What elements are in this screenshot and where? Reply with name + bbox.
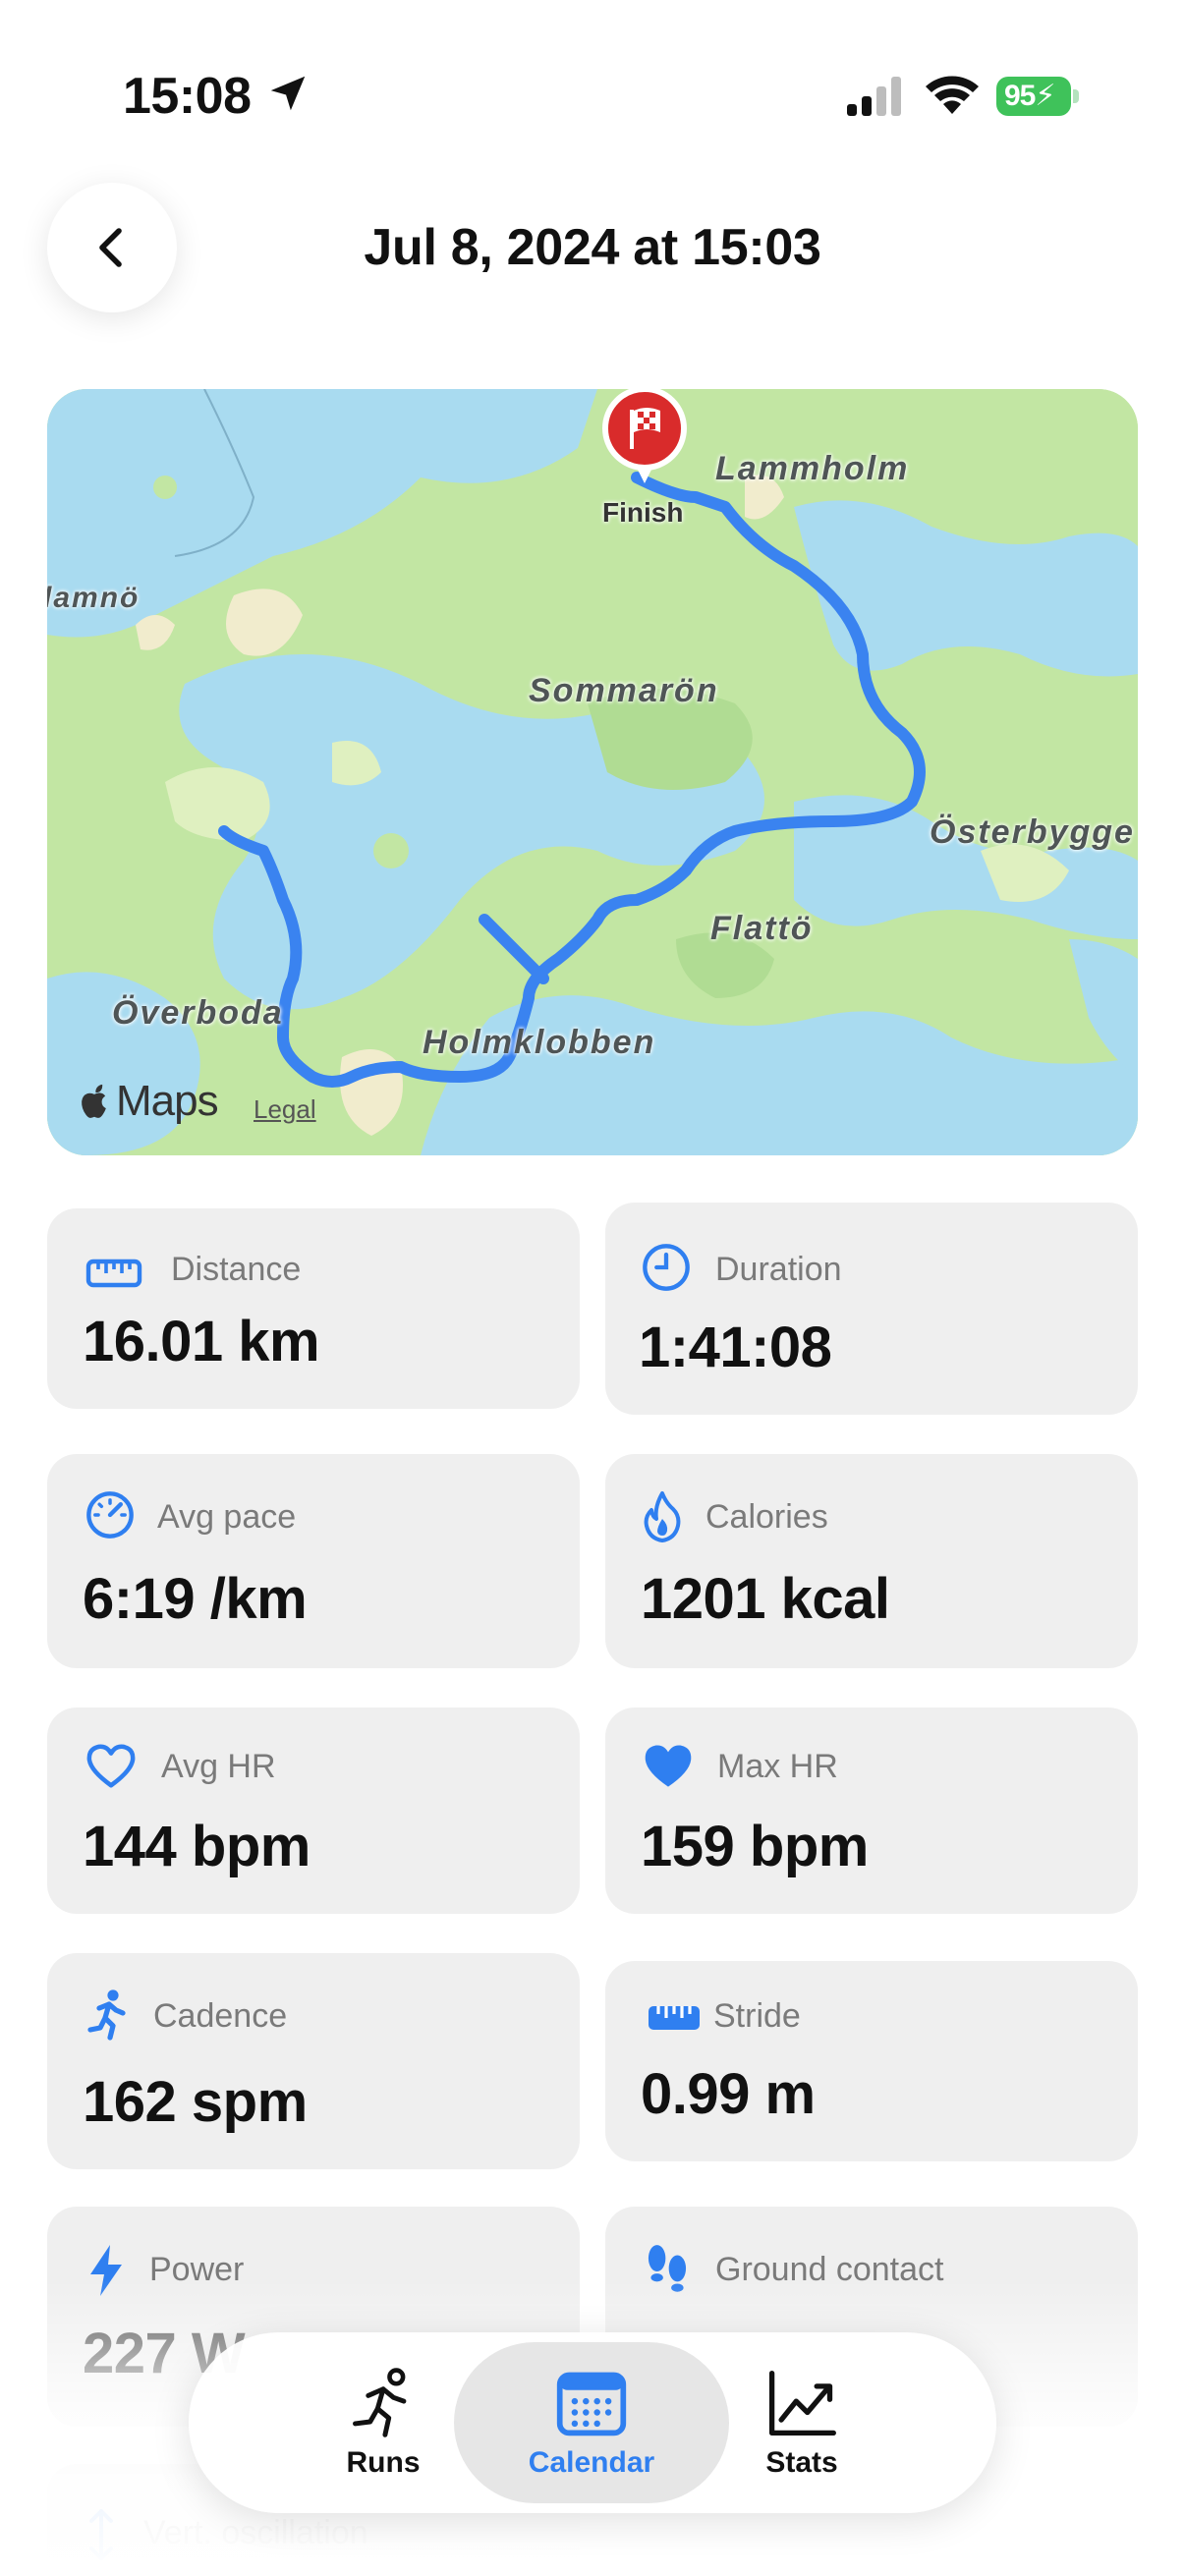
stat-label: Distance [171, 1251, 302, 1288]
map-place-label: Flattö [710, 910, 814, 947]
stat-label: Vert. oscillation [143, 2514, 368, 2551]
stat-label: Calories [705, 1498, 828, 1536]
tab-label: Calendar [528, 2446, 655, 2479]
tab-label: Stats [765, 2446, 838, 2479]
runner-icon [87, 1989, 126, 2041]
finish-flag-icon[interactable] [597, 389, 692, 487]
wifi-icon [926, 76, 979, 114]
finish-label: Finish [602, 497, 684, 528]
stat-value: 0.99 m [641, 2062, 816, 2126]
map-place-label: Österbygge [930, 813, 1135, 851]
route-map[interactable]: Lammholm Sommarön Österbygge Flattö Över… [47, 389, 1138, 1155]
stat-value: 144 bpm [83, 1815, 310, 1878]
stat-value: 162 spm [83, 2070, 308, 2134]
map-place-label: Lammholm [715, 450, 910, 487]
stat-label: Ground contact [715, 2251, 944, 2288]
chart-line-icon [768, 2370, 836, 2436]
stat-card-avg-pace: Avg pace 6:19 /km [47, 1454, 580, 1668]
stat-card-avg-hr: Avg HR 144 bpm [47, 1708, 580, 1914]
status-time: 15:08 [123, 68, 252, 125]
ruler-icon [85, 1259, 142, 1288]
maps-attribution: Maps [77, 1077, 219, 1126]
stat-card-stride: Stride 0.99 m [605, 1961, 1138, 2161]
stat-value: 16.01 km [83, 1310, 320, 1373]
stat-card-duration: Duration 1:41:08 [605, 1203, 1138, 1415]
stat-label: Cadence [153, 1997, 288, 2035]
tab-label: Runs [346, 2446, 421, 2479]
calendar-icon [556, 2372, 627, 2436]
bolt-icon [90, 2245, 122, 2296]
stat-value: 6:19 /km [83, 1567, 308, 1631]
map-place-label: Holmklobben [423, 1024, 656, 1061]
heart-filled-icon [645, 1745, 692, 1787]
map-place-label: lamnö [47, 582, 141, 614]
location-arrow-icon [270, 76, 306, 111]
stat-label: Duration [715, 1251, 842, 1288]
battery-indicator: 95⚡ [996, 77, 1079, 116]
stat-value: 159 bpm [641, 1815, 869, 1878]
stat-label: Stride [713, 1997, 801, 2035]
map-place-label: Överboda [112, 994, 284, 1032]
running-figure-icon [353, 2368, 407, 2437]
map-place-label: Sommarön [529, 672, 719, 709]
legal-link[interactable]: Legal [254, 1094, 316, 1125]
stat-label: Avg pace [157, 1498, 297, 1536]
page-title: Jul 8, 2024 at 15:03 [364, 219, 821, 276]
vertical-arrows-icon [89, 2509, 113, 2560]
cellular-signal-icon [847, 77, 901, 116]
stat-label: Avg HR [161, 1748, 276, 1785]
stat-card-max-hr: Max HR 159 bpm [605, 1708, 1138, 1914]
speedometer-icon [86, 1491, 134, 1539]
heart-outline-icon [86, 1744, 136, 1788]
stat-label: Max HR [717, 1748, 838, 1785]
status-bar: 15:08 95⚡ [0, 0, 1185, 187]
tab-stats[interactable]: Stats [664, 2342, 939, 2503]
battery-level: 95 [1004, 80, 1036, 112]
clock-icon [643, 1244, 690, 1291]
stat-card-cadence: Cadence 162 spm [47, 1953, 580, 2169]
maps-logo-text: Maps [116, 1077, 219, 1125]
stat-card-calories: Calories 1201 kcal [605, 1454, 1138, 1668]
stat-label: Power [149, 2251, 245, 2288]
apple-logo-icon [82, 1084, 106, 1118]
tab-bar: Runs Calendar Stats [189, 2332, 996, 2513]
ruler-icon [649, 2006, 700, 2030]
stat-value: 1:41:08 [639, 1316, 832, 1379]
flame-icon [644, 1491, 681, 1542]
stat-card-distance: Distance 16.01 km [47, 1208, 580, 1409]
footprints-icon [648, 2245, 687, 2292]
stat-value: 1201 kcal [641, 1567, 890, 1631]
